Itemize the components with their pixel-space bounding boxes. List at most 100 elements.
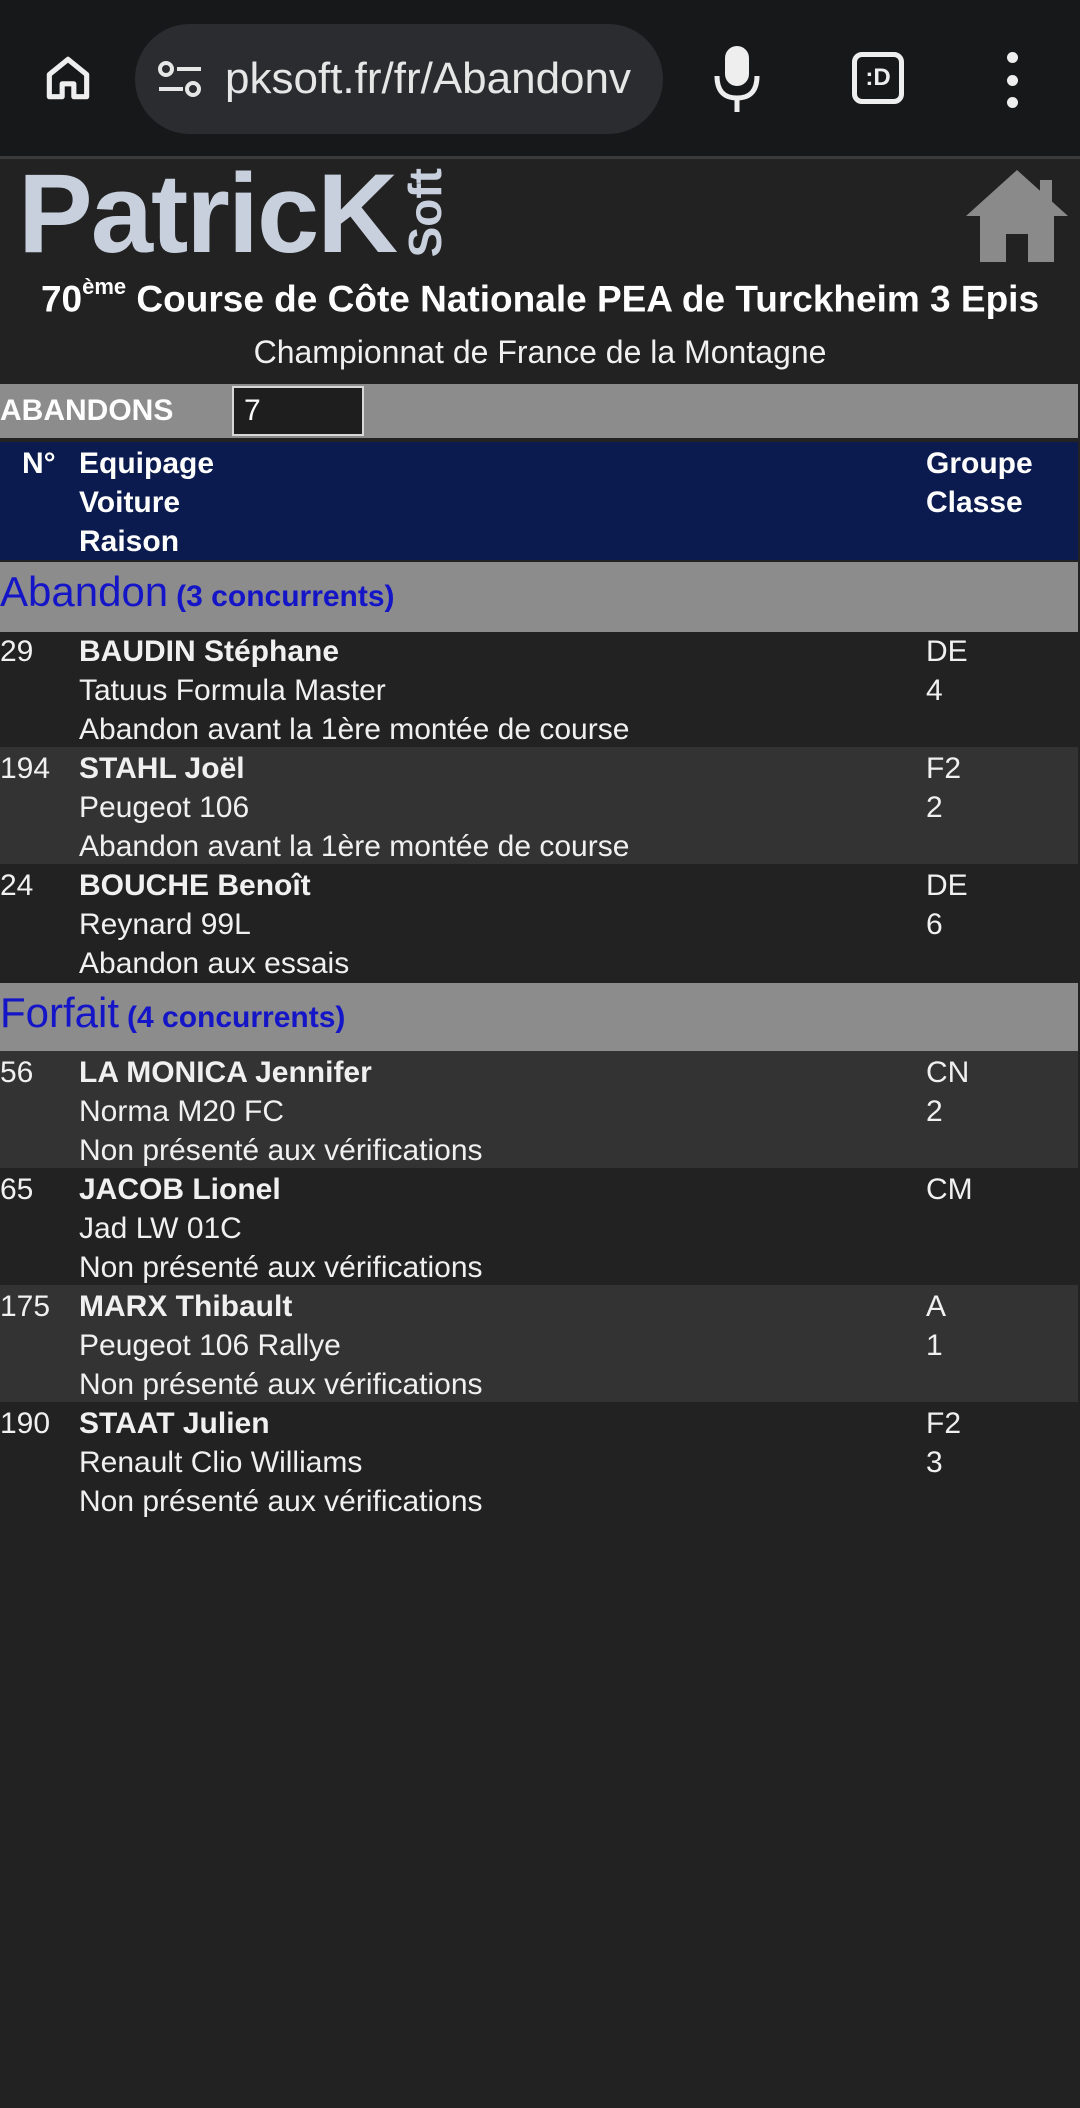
row-details: LA MONICA Jennifer Norma M20 FC Non prés… <box>79 1053 483 1170</box>
title-superscript: ème <box>82 274 127 299</box>
driver-name: STAAT Julien <box>79 1407 270 1440</box>
abandons-label: ABANDONS <box>0 394 174 427</box>
group-value: DE <box>926 635 968 668</box>
reason-text: Abandon aux essais <box>79 947 350 980</box>
row-group-class: CM <box>926 1170 973 1209</box>
reason-text: Non présenté aux vérifications <box>79 1368 483 1401</box>
table-row: 65 JACOB Lionel Jad LW 01C Non présenté … <box>0 1168 1078 1285</box>
group-value: CM <box>926 1173 973 1206</box>
section-abandon: Abandon (3 concurrents) <box>0 562 1078 632</box>
logo-main-text: PatricK <box>18 151 398 276</box>
microphone-icon[interactable] <box>712 44 762 114</box>
class-value: 2 <box>926 791 943 824</box>
driver-name: LA MONICA Jennifer <box>79 1056 372 1089</box>
driver-name: MARX Thibault <box>79 1290 293 1323</box>
row-number: 56 <box>0 1056 34 1089</box>
table-row: 194 STAHL Joël Peugeot 106 Abandon avant… <box>0 747 1078 864</box>
row-number: 65 <box>0 1173 34 1206</box>
row-group-class: DE 4 <box>926 632 968 710</box>
car-name: Renault Clio Williams <box>79 1446 363 1479</box>
car-name: Norma M20 FC <box>79 1095 285 1128</box>
header-classe: Classe <box>926 486 1023 519</box>
header-num: N° <box>22 447 56 480</box>
group-value: CN <box>926 1056 970 1089</box>
car-name: Peugeot 106 <box>79 791 250 824</box>
class-value: 1 <box>926 1329 943 1362</box>
header-groupe: Groupe <box>926 447 1033 480</box>
car-name: Jad LW 01C <box>79 1212 242 1245</box>
tab-switcher-button[interactable]: :D <box>852 52 904 104</box>
class-value: 2 <box>926 1095 943 1128</box>
site-home-icon[interactable] <box>962 166 1072 266</box>
driver-name: STAHL Joël <box>79 752 245 785</box>
table-row: 24 BOUCHE Benoît Reynard 99L Abandon aux… <box>0 864 1078 981</box>
event-subtitle: Championnat de France de la Montagne <box>253 334 827 370</box>
row-number: 29 <box>0 635 34 668</box>
more-dot-icon <box>1006 97 1018 108</box>
row-number: 190 <box>0 1407 51 1440</box>
browser-toolbar: pksoft.fr/fr/Abandonv :D <box>0 0 1080 159</box>
row-number: 24 <box>0 869 34 902</box>
row-details: BAUDIN Stéphane Tatuus Formula Master Ab… <box>79 632 629 749</box>
header-voiture: Voiture <box>79 486 181 519</box>
section-forfait: Forfait (4 concurrents) <box>0 983 1078 1053</box>
section-title: Abandon <box>0 568 169 615</box>
car-name: Reynard 99L <box>79 908 251 941</box>
group-value: F2 <box>926 752 962 785</box>
table-row: 56 LA MONICA Jennifer Norma M20 FC Non p… <box>0 1051 1078 1168</box>
section-count: (3 concurrents) <box>176 580 395 613</box>
driver-name: BAUDIN Stéphane <box>79 635 340 668</box>
title-number: 70 <box>40 278 83 320</box>
row-number: 175 <box>0 1290 51 1323</box>
browser-home-button[interactable] <box>36 46 100 110</box>
header-main-column: Equipage Voiture Raison <box>79 444 214 561</box>
class-value: 4 <box>926 674 943 707</box>
driver-name: BOUCHE Benoît <box>79 869 311 902</box>
section-count: (4 concurrents) <box>127 1001 346 1034</box>
driver-name: JACOB Lionel <box>79 1173 281 1206</box>
row-details: MARX Thibault Peugeot 106 Rallye Non pré… <box>79 1287 483 1404</box>
site-settings-icon[interactable] <box>157 59 203 99</box>
title-text: Course de Côte Nationale PEA de Turckhei… <box>126 278 1040 320</box>
row-group-class: CN 2 <box>926 1053 969 1131</box>
abandons-count-value: 7 <box>232 386 364 436</box>
table-header: N° Equipage Voiture Raison Groupe Classe <box>0 442 1078 560</box>
tab-switcher-label: :D <box>865 64 891 91</box>
home-icon <box>46 56 90 100</box>
header-group-column: Groupe Classe <box>926 444 1033 522</box>
car-name: Peugeot 106 Rallye <box>79 1329 341 1362</box>
more-menu-button[interactable] <box>994 52 1030 108</box>
abandons-count-bar: ABANDONS 7 <box>0 384 1078 438</box>
row-details: STAHL Joël Peugeot 106 Abandon avant la … <box>79 749 629 866</box>
group-value: A <box>926 1290 947 1323</box>
row-group-class: A1 <box>926 1287 946 1365</box>
row-group-class: DE 6 <box>926 866 968 944</box>
address-bar[interactable]: pksoft.fr/fr/Abandonv <box>135 24 663 134</box>
more-dot-icon <box>1006 74 1018 86</box>
reason-text: Non présenté aux vérifications <box>79 1485 483 1518</box>
section-title: Forfait <box>0 989 120 1036</box>
reason-text: Non présenté aux vérifications <box>79 1134 483 1167</box>
class-value: 6 <box>926 908 943 941</box>
table-row: 175 MARX Thibault Peugeot 106 Rallye Non… <box>0 1285 1078 1402</box>
logo-side-text: Soft <box>399 168 452 258</box>
more-dot-icon <box>1006 52 1018 63</box>
reason-text: Non présenté aux vérifications <box>79 1251 483 1284</box>
table-row: 29 BAUDIN Stéphane Tatuus Formula Master… <box>0 630 1078 747</box>
reason-text: Abandon avant la 1ère montée de course <box>79 713 630 746</box>
reason-text: Abandon avant la 1ère montée de course <box>79 830 630 863</box>
url-text[interactable]: pksoft.fr/fr/Abandonv <box>225 24 655 134</box>
row-details: STAAT Julien Renault Clio Williams Non p… <box>79 1404 483 1521</box>
car-name: Tatuus Formula Master <box>79 674 386 707</box>
row-number: 194 <box>0 752 51 785</box>
row-group-class: F2 3 <box>926 1404 961 1482</box>
table-row: 190 STAAT Julien Renault Clio Williams N… <box>0 1402 1078 1519</box>
class-value: 3 <box>926 1446 943 1479</box>
row-details: JACOB Lionel Jad LW 01C Non présenté aux… <box>79 1170 483 1287</box>
header-equipage: Equipage <box>79 447 215 480</box>
group-value: F2 <box>926 1407 962 1440</box>
group-value: DE <box>926 869 968 902</box>
header-raison: Raison <box>79 525 180 558</box>
row-group-class: F2 2 <box>926 749 961 827</box>
patricksoft-logo[interactable]: PatricK Soft <box>18 151 452 276</box>
